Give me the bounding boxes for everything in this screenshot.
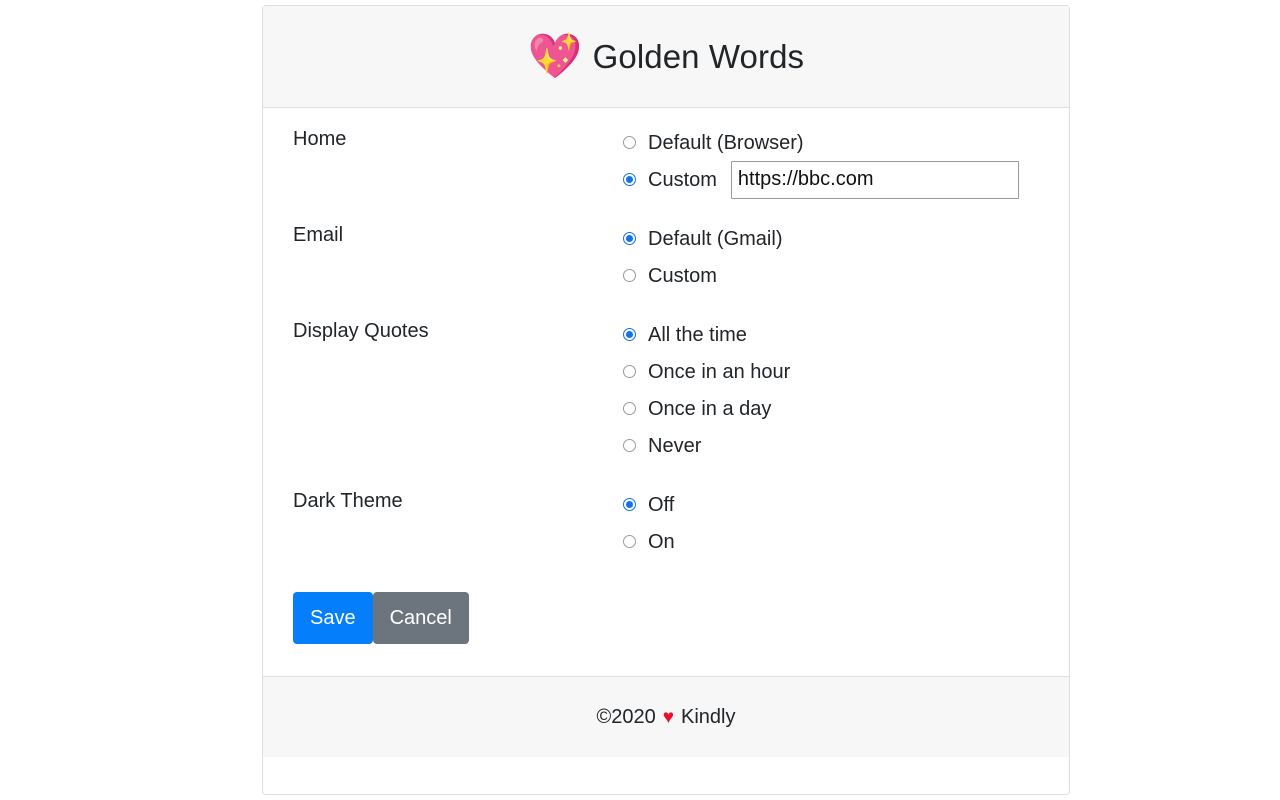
option-label: On [648, 530, 675, 553]
radio-dark-theme-on[interactable] [623, 535, 636, 548]
label-home: Home [293, 128, 347, 150]
form-row-home: Home Default (Browser) Custom [293, 124, 1039, 199]
save-button[interactable]: Save [293, 592, 373, 644]
radio-quotes-once-an-hour[interactable] [623, 365, 636, 378]
option-email-default[interactable]: Default (Gmail) [623, 220, 1039, 257]
option-dark-theme-off[interactable]: Off [623, 486, 1039, 523]
credit-name: Kindly [681, 705, 736, 728]
label-dark-theme: Dark Theme [293, 490, 403, 512]
label-display-quotes: Display Quotes [293, 320, 429, 342]
page-title: Golden Words [592, 38, 805, 75]
radio-email-default[interactable] [623, 232, 636, 245]
option-email-custom[interactable]: Custom [623, 257, 1039, 294]
option-label: Default (Gmail) [648, 227, 783, 250]
copyright-text: ©2020 [596, 705, 656, 728]
page-root: 💖 Golden Words Home Default (Browser) Cu… [0, 0, 1280, 800]
settings-card: 💖 Golden Words Home Default (Browser) Cu… [262, 5, 1070, 795]
radio-quotes-once-a-day[interactable] [623, 402, 636, 415]
option-quotes-never[interactable]: Never [623, 427, 1039, 464]
option-dark-theme-on[interactable]: On [623, 523, 1039, 560]
option-quotes-all-the-time[interactable]: All the time [623, 316, 1039, 353]
settings-form: Home Default (Browser) Custom Email [263, 108, 1069, 676]
sparkling-heart-icon: 💖 [527, 31, 583, 81]
options-email: Default (Gmail) Custom [623, 220, 1039, 294]
option-label: Custom [648, 264, 717, 287]
option-label: All the time [648, 323, 747, 346]
options-home: Default (Browser) Custom [623, 124, 1039, 199]
radio-home-custom[interactable] [623, 173, 636, 186]
label-email: Email [293, 224, 344, 246]
option-label: Default (Browser) [648, 131, 804, 154]
option-home-default[interactable]: Default (Browser) [623, 124, 1039, 161]
option-label: Never [648, 434, 702, 457]
option-home-custom[interactable]: Custom [623, 160, 1039, 199]
radio-email-custom[interactable] [623, 269, 636, 282]
options-display-quotes: All the time Once in an hour Once in a d… [623, 316, 1039, 464]
form-row-dark-theme: Dark Theme Off On [293, 486, 1039, 560]
footer-credit: ©2020 ♥ Kindly [597, 706, 736, 729]
brand: 💖 Golden Words [527, 31, 805, 81]
form-actions: Save Cancel [293, 592, 1039, 644]
radio-home-default[interactable] [623, 136, 636, 149]
form-row-email: Email Default (Gmail) Custom [293, 220, 1039, 294]
option-quotes-once-a-day[interactable]: Once in a day [623, 390, 1039, 427]
option-label: Off [648, 493, 675, 516]
options-dark-theme: Off On [623, 486, 1039, 560]
option-label: Custom [648, 168, 717, 191]
option-quotes-once-an-hour[interactable]: Once in an hour [623, 353, 1039, 390]
card-footer: ©2020 ♥ Kindly [263, 676, 1069, 757]
home-url-input[interactable] [730, 160, 1019, 199]
radio-quotes-never[interactable] [623, 439, 636, 452]
radio-quotes-all-the-time[interactable] [623, 328, 636, 341]
form-row-display-quotes: Display Quotes All the time Once in an h… [293, 316, 1039, 464]
option-label: Once in an hour [648, 360, 791, 383]
cancel-button[interactable]: Cancel [372, 592, 469, 644]
card-header: 💖 Golden Words [263, 6, 1069, 108]
radio-dark-theme-off[interactable] [623, 498, 636, 511]
heart-icon: ♥ [662, 706, 675, 728]
option-label: Once in a day [648, 397, 772, 420]
